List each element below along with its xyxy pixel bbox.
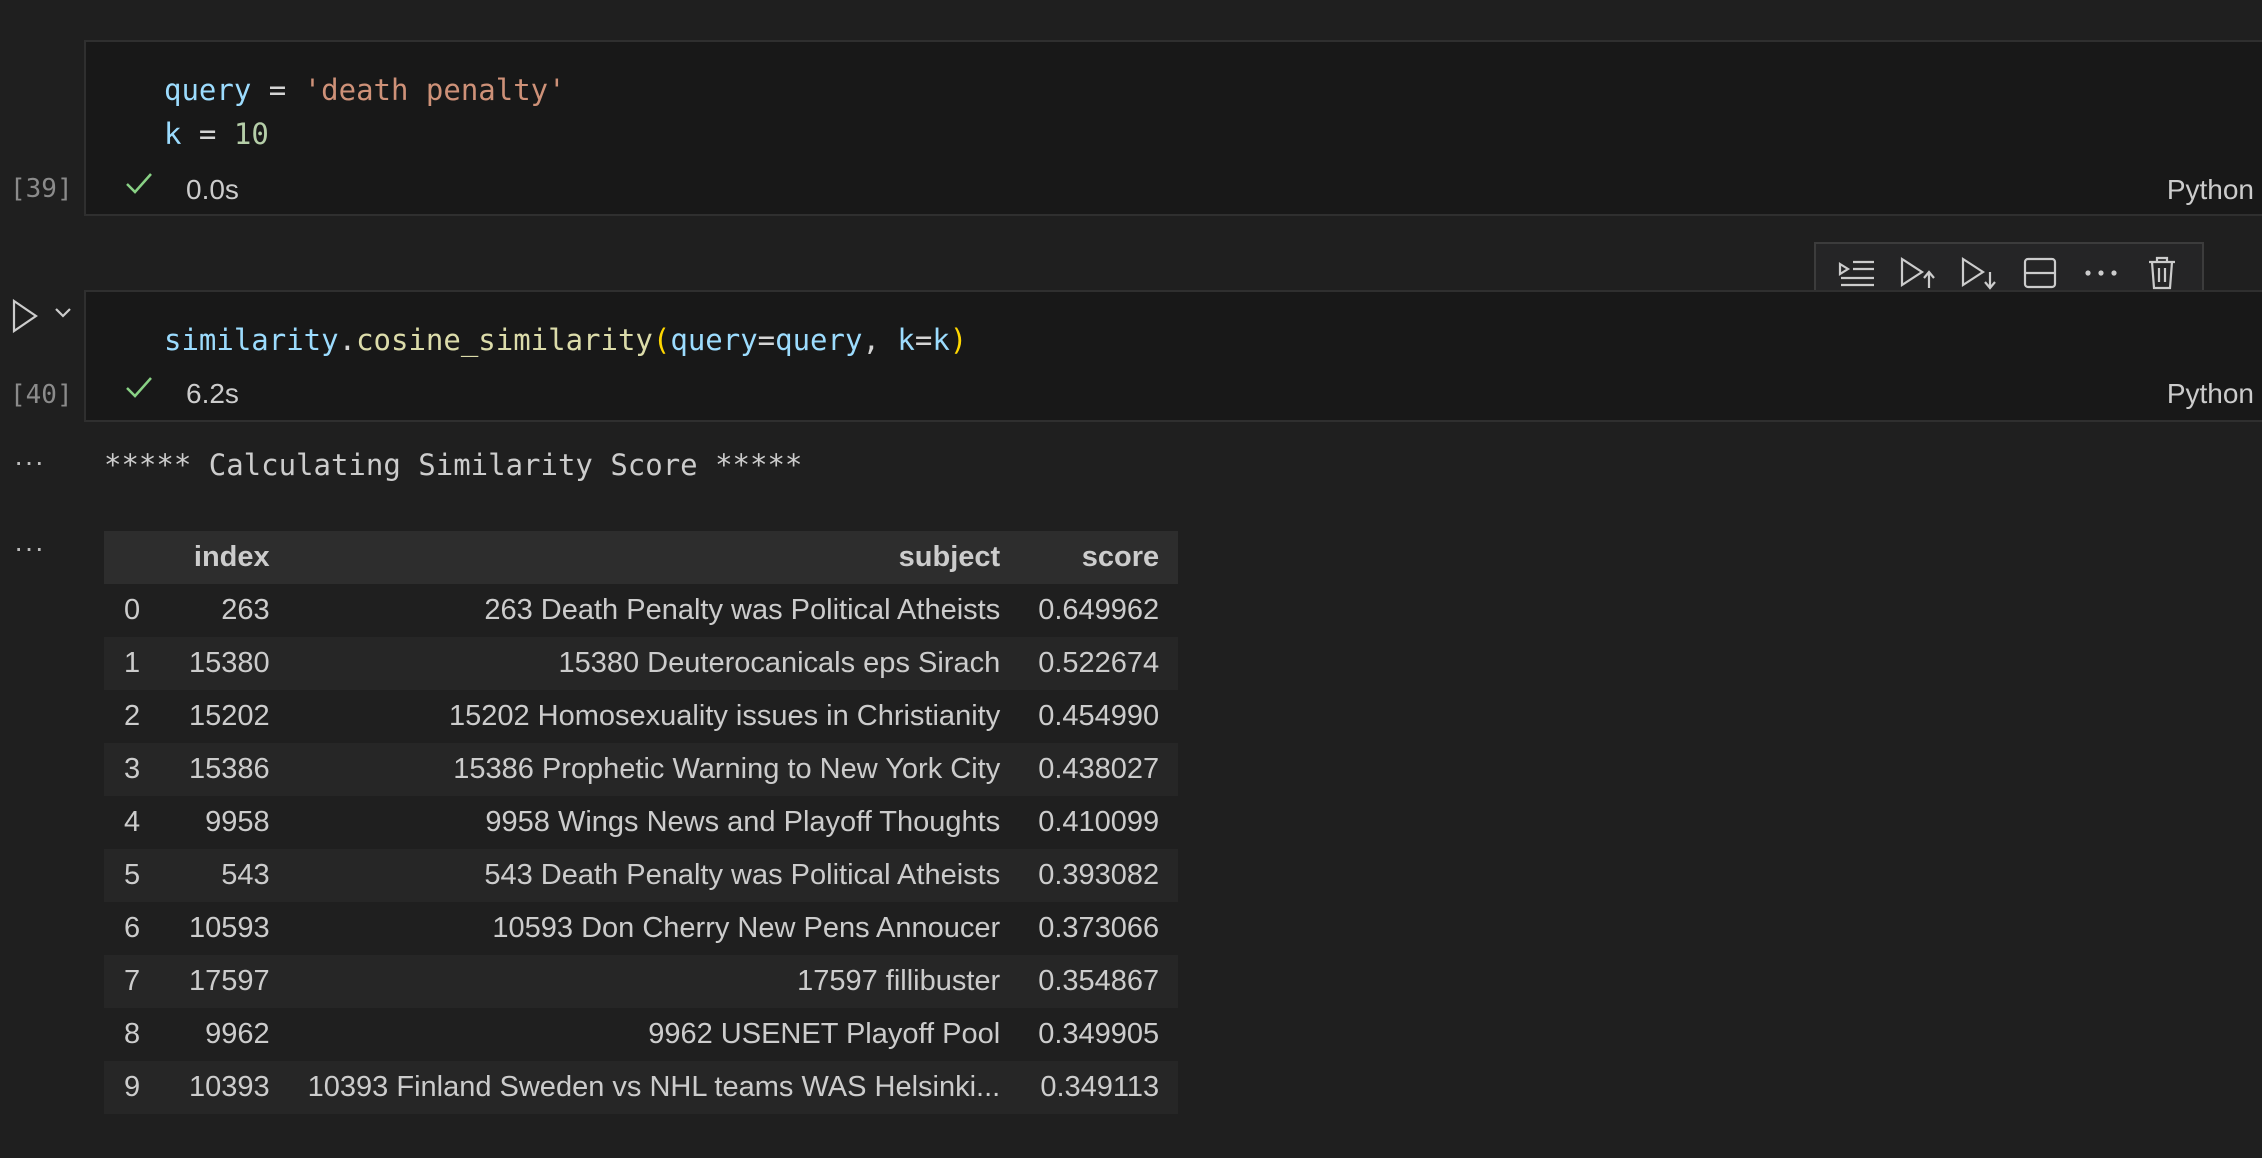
- code-token: ,: [862, 323, 898, 357]
- run-above-icon[interactable]: [1896, 251, 1940, 295]
- table-cell: 0.454990: [1019, 690, 1179, 743]
- table-cell: 543 Death Penalty was Political Atheists: [288, 849, 1020, 902]
- table-row: 6 10593 10593 Don Cherry New Pens Annoucer…: [104, 902, 1179, 955]
- cell-39-line-1[interactable]: query = 'death penalty': [164, 68, 566, 112]
- table-cell: 263: [170, 584, 289, 637]
- table-cell: 9958 Wings News and Playoff Thoughts: [288, 796, 1020, 849]
- table-cell: 10593: [170, 902, 289, 955]
- code-token: 'death penalty': [303, 73, 566, 107]
- table-cell: 17597: [170, 955, 289, 1008]
- code-token: =: [757, 323, 776, 357]
- output-more-button[interactable]: ···: [14, 446, 45, 478]
- table-cell: 15202 Homosexuality issues in Christiani…: [288, 690, 1020, 743]
- table-cell: 263 Death Penalty was Political Atheists: [288, 584, 1020, 637]
- code-token: =: [251, 73, 304, 107]
- code-token: 10: [233, 117, 269, 151]
- table-header-row: index subject score: [104, 531, 1179, 584]
- delete-icon[interactable]: [2140, 251, 2184, 295]
- table-cell: 15380 Deuterocanicals eps Sirach: [288, 637, 1020, 690]
- execution-duration: 6.2s: [186, 378, 239, 409]
- code-token: ): [949, 323, 968, 357]
- table-row: 3 15386 15386 Prophetic Warning to New Yor…: [104, 743, 1179, 796]
- table-cell: 15380: [170, 637, 289, 690]
- stdout-output: ***** Calculating Similarity Score *****: [104, 448, 803, 482]
- table-cell: 543: [170, 849, 289, 902]
- table-cell: 0.349905: [1019, 1008, 1179, 1061]
- execution-count: [40]: [10, 380, 73, 410]
- code-token: .: [338, 323, 357, 357]
- table-cell: 0: [104, 584, 170, 637]
- table-cell: 10593 Don Cherry New Pens Annoucer: [288, 902, 1020, 955]
- cell-39-line-2[interactable]: k = 10: [164, 112, 269, 156]
- table-cell: 9958: [170, 796, 289, 849]
- table-cell: 0.393082: [1019, 849, 1179, 902]
- table-row: 4 9958 9958 Wings News and Playoff Thought…: [104, 796, 1179, 849]
- table-cell: 0.649962: [1019, 584, 1179, 637]
- table-cell: 0.438027: [1019, 743, 1179, 796]
- table-cell: 8: [104, 1008, 170, 1061]
- split-cell-icon[interactable]: [2018, 251, 2062, 295]
- table-cell: 3: [104, 743, 170, 796]
- table-header: [104, 531, 170, 584]
- code-token: (: [652, 323, 671, 357]
- code-token: k: [897, 323, 915, 357]
- table-cell: 9962 USENET Playoff Pool: [288, 1008, 1020, 1061]
- table-cell: 0.522674: [1019, 637, 1179, 690]
- table-cell: 0.354867: [1019, 955, 1179, 1008]
- table-row: 2 15202 15202 Homosexuality issues in Chri…: [104, 690, 1179, 743]
- table-row: 9 10393 10393 Finland Sweden vs NHL teams …: [104, 1061, 1179, 1114]
- check-icon: [124, 372, 154, 410]
- code-token: query: [164, 73, 252, 107]
- table-row: 7 17597 17597 fillibuster 0.354867: [104, 955, 1179, 1008]
- table-cell: 17597 fillibuster: [288, 955, 1020, 1008]
- execution-count: [39]: [10, 174, 73, 204]
- more-icon[interactable]: [2079, 251, 2123, 295]
- table-cell: 4: [104, 796, 170, 849]
- table-row: 8 9962 9962 USENET Playoff Pool 0.349905: [104, 1008, 1179, 1061]
- code-token: k: [932, 323, 950, 357]
- code-token: =: [181, 117, 234, 151]
- table-row: 5 543 543 Death Penalty was Political Athe…: [104, 849, 1179, 902]
- table-cell: 9: [104, 1061, 170, 1114]
- execution-duration: 0.0s: [186, 174, 239, 205]
- table-header: score: [1019, 531, 1179, 584]
- table-cell: 0.410099: [1019, 796, 1179, 849]
- code-token: k: [164, 117, 182, 151]
- cell-40-line-1[interactable]: similarity.cosine_similarity(query=query…: [164, 318, 967, 362]
- table-cell: 9962: [170, 1008, 289, 1061]
- table-header: subject: [288, 531, 1020, 584]
- table-cell: 5: [104, 849, 170, 902]
- run-cell-button[interactable]: [10, 298, 40, 339]
- cell-language-label[interactable]: Python: [2167, 378, 2254, 410]
- code-token: query: [775, 323, 863, 357]
- code-token: =: [914, 323, 933, 357]
- code-token: query: [670, 323, 758, 357]
- code-token: cosine_similarity: [356, 323, 653, 357]
- cell-language-label[interactable]: Python: [2167, 174, 2254, 206]
- output-more-button[interactable]: ···: [14, 532, 45, 564]
- table-cell: 15386 Prophetic Warning to New York City: [288, 743, 1020, 796]
- table-row: 1 15380 15380 Deuterocanicals eps Sirach 0.…: [104, 637, 1179, 690]
- table-cell: 1: [104, 637, 170, 690]
- table-row: 0 263 263 Death Penalty was Political Athe…: [104, 584, 1179, 637]
- table-cell: 2: [104, 690, 170, 743]
- table-cell: 15202: [170, 690, 289, 743]
- code-cell-39[interactable]: query = 'death penalty' k = 10 0.0s Pyth…: [84, 40, 2262, 216]
- table-cell: 10393: [170, 1061, 289, 1114]
- dataframe-table: index subject score 0 263 263 Death Penalt…: [104, 531, 1179, 1114]
- check-icon: [124, 168, 154, 206]
- run-below-icon[interactable]: [1957, 251, 2001, 295]
- chevron-down-icon[interactable]: [54, 306, 72, 325]
- code-cell-40[interactable]: similarity.cosine_similarity(query=query…: [84, 290, 2262, 422]
- table-cell: 10393 Finland Sweden vs NHL teams WAS He…: [288, 1061, 1020, 1114]
- table-header: index: [170, 531, 289, 584]
- table-cell: 0.373066: [1019, 902, 1179, 955]
- table-cell: 0.349113: [1019, 1061, 1179, 1114]
- table-cell: 7: [104, 955, 170, 1008]
- table-cell: 15386: [170, 743, 289, 796]
- code-token: similarity: [164, 323, 339, 357]
- execute-above-icon[interactable]: [1835, 251, 1879, 295]
- table-cell: 6: [104, 902, 170, 955]
